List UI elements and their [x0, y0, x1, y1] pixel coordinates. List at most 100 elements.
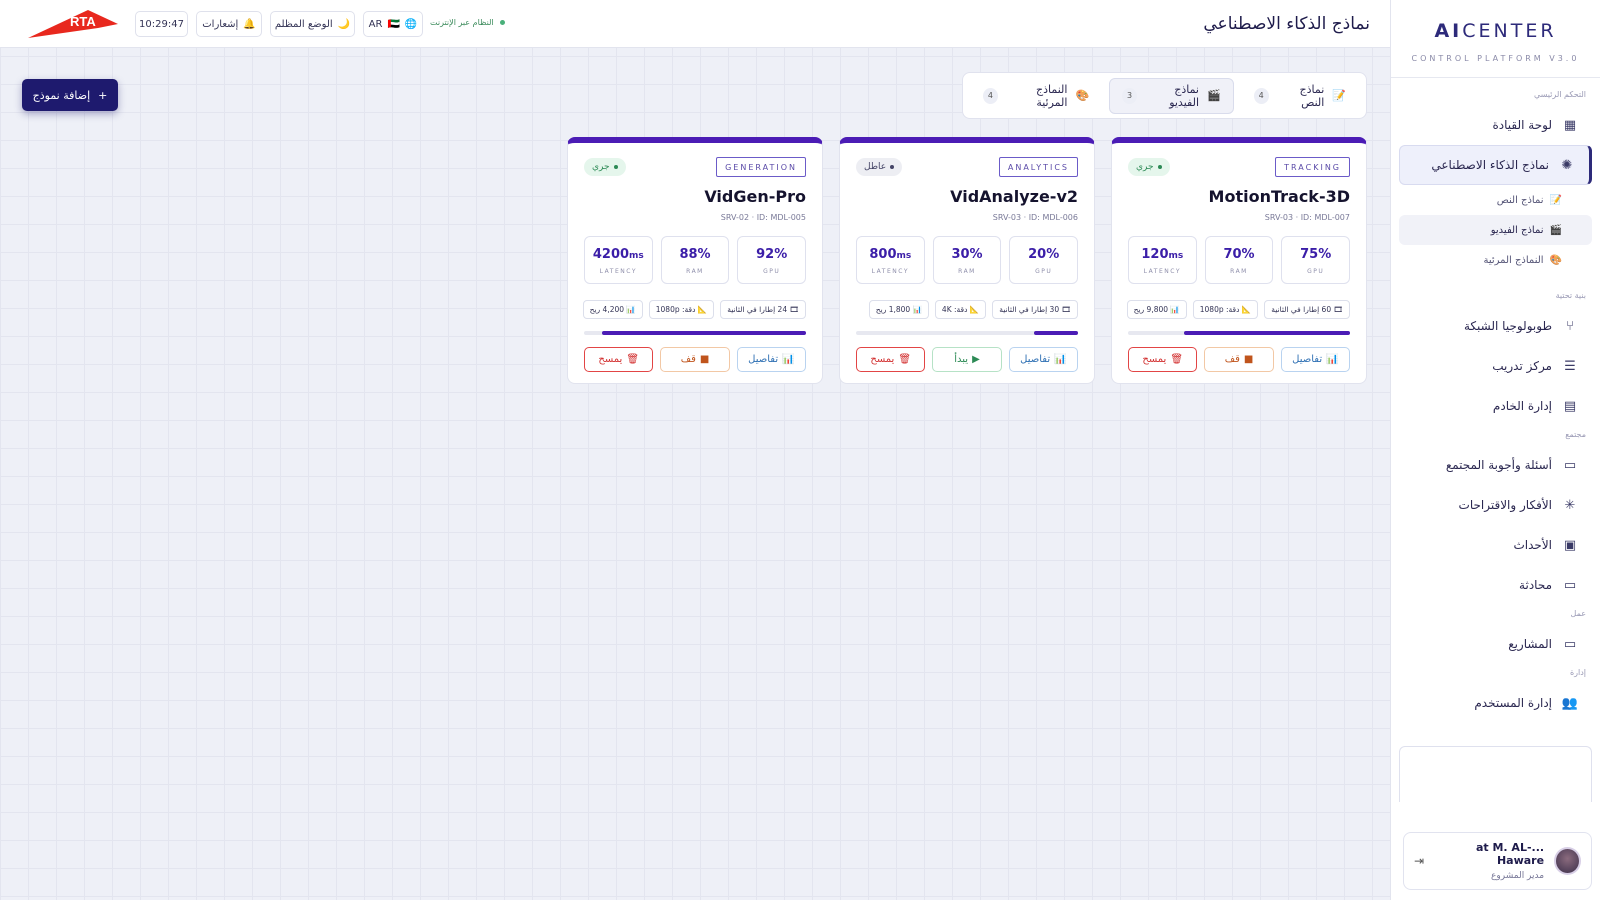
users-icon: 👥	[1561, 695, 1579, 711]
fps-meta: 🎞 24 إطارا في الثانية	[720, 300, 806, 319]
user-profile[interactable]: ...at M. AL-Haware مدير المشروع ⇥	[1403, 832, 1592, 890]
sidebar-item-chat[interactable]: ▭ محادثة	[1399, 565, 1592, 605]
details-label: تفاصيل	[748, 354, 779, 365]
fps-meta: 🎞 60 إطارا في الثانية	[1264, 300, 1350, 319]
sidebar-item-dashboard[interactable]: ▦ لوحة القيادة	[1399, 105, 1592, 145]
logout-icon[interactable]: ⇥	[1414, 854, 1424, 868]
user-name: ...at M. AL-Haware	[1475, 841, 1545, 867]
stat-label: LATENCY	[871, 268, 909, 275]
stat-label: GPU	[1307, 268, 1325, 275]
sidebar-item-label: مركز تدريب	[1492, 359, 1552, 373]
progress-bar	[856, 331, 1078, 335]
sidebar-nav: التحكم الرئيسي ▦ لوحة القيادة ✺ نماذج الذك…	[1391, 78, 1600, 723]
status-label: عاطل	[864, 162, 887, 172]
dark-mode-label: الوضع المظلم	[274, 18, 333, 30]
film-icon: 🎞	[1059, 305, 1071, 314]
sidebar-item-server[interactable]: ▤ إدارة الخادم	[1399, 386, 1592, 426]
sidebar-item-label: نماذج الذكاء الاصطناعي	[1431, 158, 1549, 172]
sidebar-subitem-visual-models[interactable]: 🎨 النماذج المرئية	[1399, 245, 1592, 275]
add-model-button[interactable]: + إضافة نموذج	[22, 79, 118, 111]
sidebar-item-label: لوحة القيادة	[1492, 118, 1553, 132]
sidebar-item-qa[interactable]: ▭ أسئلة وأجوبة المجتمع	[1399, 445, 1592, 485]
chart-icon: 📊	[782, 354, 795, 365]
resolution-value: دقة: 4K	[941, 305, 968, 314]
resolution-value: دقة: 1080p	[1199, 305, 1240, 314]
actions-row: 📊 تفاصيل ▶ يبدأ 🗑 يمسح	[856, 347, 1078, 372]
sidebar-item-label: النماذج المرئية	[1483, 254, 1544, 266]
sidebar-item-events[interactable]: ▣ الأحداث	[1399, 525, 1592, 565]
ruler-icon: 📐	[967, 305, 980, 314]
brand-name-bold: AI	[1434, 20, 1463, 42]
tab-count: 4	[983, 87, 998, 104]
sidebar-item-label: نماذج الفيديو	[1490, 224, 1544, 236]
details-button[interactable]: 📊 تفاصيل	[736, 347, 806, 372]
tab-label: النماذج المرئية	[1036, 82, 1068, 109]
model-card: GENERATION جري VidGen-Pro SRV-02 · ID: M…	[567, 137, 823, 384]
delete-label: يمسح	[870, 354, 895, 365]
details-button[interactable]: 📊 تفاصيل	[1008, 347, 1078, 372]
stat-label: GPU	[763, 268, 781, 275]
chat-icon: ▭	[1563, 577, 1577, 593]
gpu-stat: 92% GPU	[737, 236, 807, 284]
start-label: يبدأ	[954, 354, 969, 365]
status-dot	[499, 20, 505, 25]
language-button[interactable]: 🌐 🇦🇪 AR	[363, 11, 423, 37]
stop-button[interactable]: ■ قف	[1204, 347, 1274, 372]
cost-value: 4,200 ريح	[589, 305, 625, 314]
tab-video-models[interactable]: 🎬 نماذج الفيديو 3	[1109, 77, 1234, 114]
latency-unit: ms	[1168, 251, 1184, 261]
status-dot	[1157, 165, 1162, 169]
details-button[interactable]: 📊 تفاصيل	[1280, 347, 1350, 372]
latency-stat: 800ms LATENCY	[856, 236, 925, 284]
tab-text-models[interactable]: 📝 نماذج النص 4	[1242, 78, 1358, 114]
sidebar-item-projects[interactable]: ▭ المشاريع	[1399, 624, 1592, 664]
sidebar-item-label: محادثة	[1519, 578, 1552, 592]
plus-icon: +	[98, 88, 108, 102]
model-card: TRACKING جري MotionTrack-3D SRV-03 · ID:…	[1111, 137, 1367, 384]
sidebar-item-training[interactable]: ☰ مركز تدريب	[1399, 346, 1592, 386]
start-button[interactable]: ▶ يبدأ	[932, 347, 1002, 372]
sidebar-item-users[interactable]: 👥 إدارة المستخدم	[1399, 683, 1592, 723]
fps-meta: 🎞 30 إطارا في الثانية	[992, 300, 1078, 319]
fps-value: 24 إطارا في الثانية	[727, 305, 788, 314]
gpu-value: 20%	[1028, 247, 1060, 262]
globe-icon: 🌐	[404, 18, 418, 30]
status-badge: جري	[584, 158, 626, 176]
latency-value: 120	[1141, 247, 1169, 262]
progress-bar	[584, 331, 806, 335]
delete-button[interactable]: 🗑 يمسح	[856, 347, 926, 372]
stat-label: RAM	[958, 268, 976, 275]
brand-name-rest: CENTER	[1462, 20, 1557, 42]
status-dot	[890, 165, 895, 169]
fps-value: 60 إطارا في الثانية	[1271, 305, 1332, 314]
sidebar-subitem-video-models[interactable]: 🎬 نماذج الفيديو	[1399, 215, 1592, 245]
sidebar-item-label: إدارة المستخدم	[1474, 696, 1552, 710]
tab-label: نماذج النص	[1299, 82, 1325, 109]
sidebar-item-network[interactable]: ⑂ طوبولوجيا الشبكة	[1399, 306, 1592, 346]
delete-button[interactable]: 🗑 يمسح	[584, 347, 654, 372]
latency-value: 4200	[592, 247, 630, 262]
fps-value: 30 إطارا في الثانية	[999, 305, 1060, 314]
stop-icon: ■	[699, 354, 710, 365]
notifications-button[interactable]: 🔔 إشعارات	[196, 11, 262, 37]
sidebar-item-label: طوبولوجيا الشبكة	[1463, 319, 1552, 333]
stop-label: قف	[1224, 354, 1240, 365]
status-label: النظام عبر الإنترنت	[430, 18, 494, 27]
delete-button[interactable]: 🗑 يمسح	[1128, 347, 1198, 372]
tab-label: نماذج الفيديو	[1169, 82, 1199, 109]
sidebar-subitem-text-models[interactable]: 📝 نماذج النص	[1399, 185, 1592, 215]
chart-icon: 📊	[1168, 305, 1180, 314]
stop-label: قف	[680, 354, 696, 365]
dark-mode-button[interactable]: 🌙 الوضع المظلم	[270, 11, 355, 37]
sidebar: AICENTER CONTROL PLATFORM V3.0 التحكم ال…	[1390, 0, 1600, 900]
tab-visual-models[interactable]: 🎨 النماذج المرئية 4	[971, 78, 1101, 114]
sidebar-item-label: الأحداث	[1513, 538, 1552, 552]
latency-stat: 120ms LATENCY	[1128, 236, 1197, 284]
trash-icon: 🗑	[626, 354, 640, 365]
stop-button[interactable]: ■ قف	[660, 347, 730, 372]
page-title: نماذج الذكاء الاصطناعي	[1203, 14, 1370, 34]
sidebar-item-ai-models[interactable]: ✺ نماذج الذكاء الاصطناعي	[1399, 145, 1592, 185]
sidebar-item-ideas[interactable]: ✳ الأفكار والاقتراحات	[1399, 485, 1592, 525]
chart-icon: 📊	[1326, 354, 1339, 365]
meta-row: 🎞 60 إطارا في الثانية 📐 دقة: 1080p 📊 9,8…	[1126, 300, 1350, 319]
